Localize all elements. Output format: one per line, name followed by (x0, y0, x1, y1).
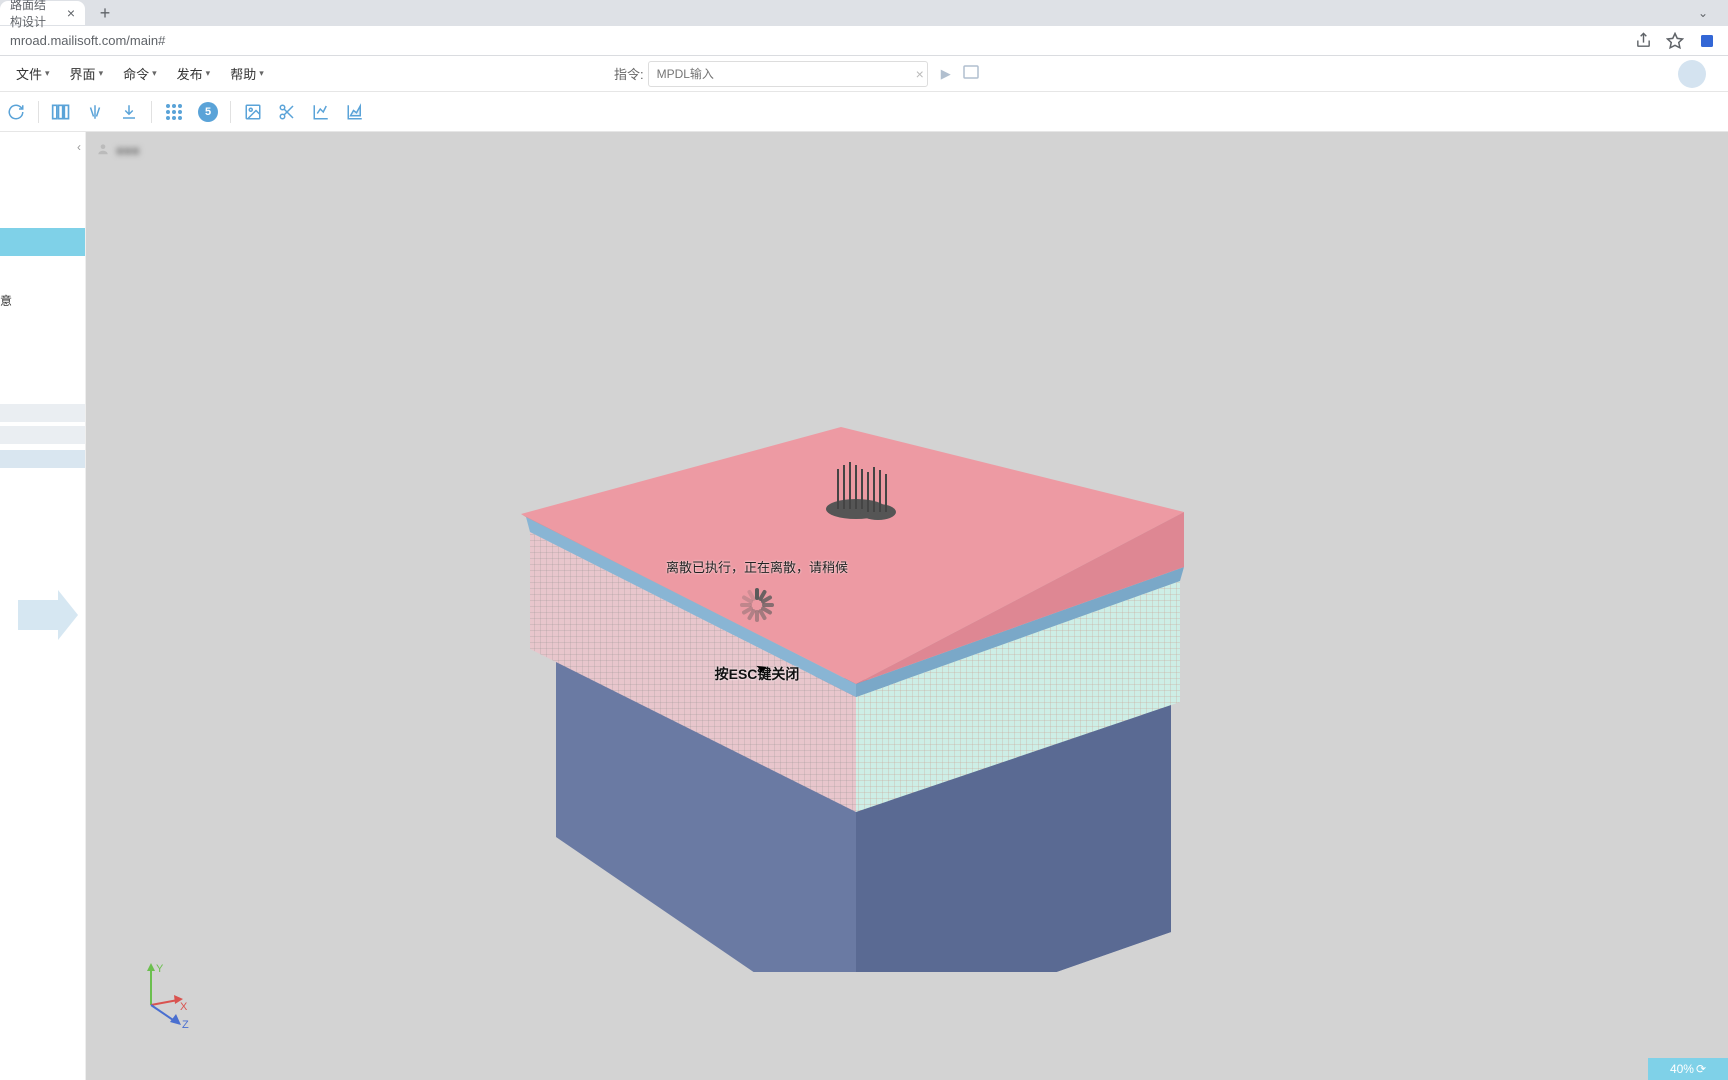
sidebar-item[interactable] (0, 404, 85, 422)
columns-icon[interactable] (49, 100, 73, 124)
menu-command[interactable]: 命令▾ (123, 64, 157, 83)
download-icon[interactable] (117, 100, 141, 124)
workspace: ‹ 意 ■■■ (0, 132, 1728, 1080)
svg-text:Y: Y (156, 963, 164, 975)
star-icon[interactable] (1666, 32, 1684, 50)
spinner-icon (738, 586, 776, 624)
sidebar-item[interactable] (0, 450, 85, 468)
svg-text:X: X (180, 1001, 188, 1013)
split-icon[interactable] (83, 100, 107, 124)
clear-icon[interactable]: × (912, 66, 928, 82)
step-badge[interactable]: 5 (196, 100, 220, 124)
sidebar: ‹ 意 (0, 132, 86, 1080)
sidebar-item-active[interactable] (0, 228, 85, 256)
chart-line-icon[interactable] (309, 100, 333, 124)
tab-title: 路面结构设计 (10, 0, 57, 30)
grid-icon[interactable] (162, 100, 186, 124)
user-icon (96, 142, 110, 159)
breadcrumb: ■■■ (96, 142, 140, 159)
sidebar-item[interactable] (0, 426, 85, 444)
run-icon[interactable]: ▶ (937, 66, 955, 82)
sidebar-arrow-icon (0, 590, 85, 650)
browser-tab-bar: 路面结构设计 × + ⌄ (0, 0, 1728, 26)
extension-icon[interactable] (1698, 32, 1716, 50)
image-icon[interactable] (241, 100, 265, 124)
close-icon[interactable]: × (67, 5, 75, 21)
breadcrumb-text: ■■■ (116, 143, 140, 158)
axis-gizmo: Y X Z (136, 960, 186, 1020)
open-panel-icon[interactable] (959, 65, 983, 82)
chart-area-icon[interactable] (343, 100, 367, 124)
progress-bar: 40% ⟳ (1648, 1058, 1728, 1080)
command-area: 指令: × ▶ (614, 61, 998, 87)
refresh-icon[interactable] (4, 100, 28, 124)
tabs-expand-icon[interactable]: ⌄ (1698, 6, 1708, 20)
sidebar-item[interactable]: 意 (0, 286, 85, 314)
menu-help[interactable]: 帮助▾ (230, 64, 264, 83)
loading-status: 离散已执行，正在离散，请稍候 (666, 557, 848, 576)
viewport[interactable]: ■■■ (86, 132, 1728, 1080)
new-tab-button[interactable]: + (91, 0, 119, 27)
avatar[interactable] (1678, 60, 1706, 88)
progress-value: 40% (1670, 1062, 1694, 1076)
progress-spinner-icon: ⟳ (1696, 1062, 1706, 1076)
browser-tab[interactable]: 路面结构设计 × (0, 1, 85, 25)
scissors-icon[interactable] (275, 100, 299, 124)
command-label: 指令: (614, 64, 644, 83)
menu-bar: 文件▾ 界面▾ 命令▾ 发布▾ 帮助▾ 指令: × ▶ (0, 56, 1728, 92)
menu-publish[interactable]: 发布▾ (177, 64, 211, 83)
address-bar: mroad.mailisoft.com/main# (0, 26, 1728, 56)
share-icon[interactable] (1635, 32, 1652, 49)
svg-text:Z: Z (182, 1019, 189, 1031)
menu-interface[interactable]: 界面▾ (70, 64, 104, 83)
toolbar: 5 (0, 92, 1728, 132)
menu-file[interactable]: 文件▾ (16, 64, 50, 83)
url-text[interactable]: mroad.mailisoft.com/main# (8, 33, 1635, 48)
command-input[interactable] (648, 61, 928, 87)
collapse-icon[interactable]: ‹ (77, 140, 81, 154)
